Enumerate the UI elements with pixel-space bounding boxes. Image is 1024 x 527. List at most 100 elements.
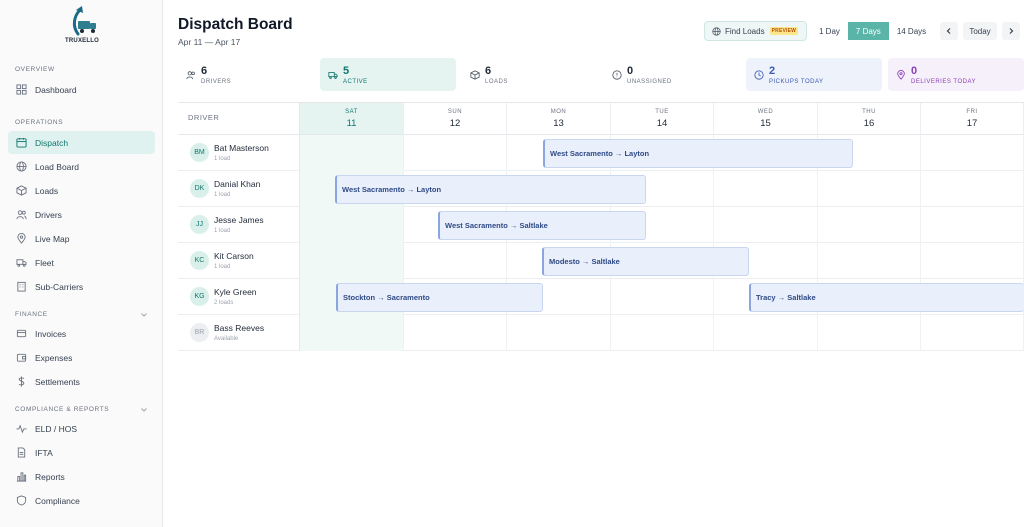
stat-pickups-today: 2 PICKUPS TODAY	[746, 58, 882, 91]
nav-section-finance[interactable]: FINANCE	[15, 311, 148, 318]
day-cell[interactable]	[404, 243, 507, 279]
day-of-week: FRI	[966, 109, 978, 115]
day-cell[interactable]	[921, 171, 1024, 207]
sidebar-item-live-map[interactable]: Live Map	[8, 227, 155, 250]
range-7-days-button[interactable]: 7 Days	[847, 22, 889, 40]
stat-drivers: 6 DRIVERS	[178, 58, 312, 91]
sidebar-item-invoices[interactable]: Invoices	[8, 322, 155, 345]
chevron-right-icon	[1009, 28, 1014, 34]
previous-week-button[interactable]	[940, 22, 958, 40]
sidebar-item-label: IFTA	[35, 447, 53, 458]
day-header[interactable]: FRI 17	[921, 103, 1024, 135]
day-cell[interactable]	[404, 135, 507, 171]
brand-logo[interactable]: TRUXELLO	[56, 4, 108, 46]
day-cell[interactable]	[611, 279, 714, 315]
today-button[interactable]: Today	[963, 22, 997, 40]
range-14-days-button[interactable]: 14 Days	[888, 22, 935, 40]
sidebar-item-load-board[interactable]: Load Board	[8, 155, 155, 178]
sidebar-item-dashboard[interactable]: Dashboard	[8, 78, 155, 101]
avatar: BM	[190, 143, 209, 162]
day-cell[interactable]	[404, 315, 507, 351]
sidebar-item-ifta[interactable]: IFTA	[8, 441, 155, 464]
day-cell[interactable]	[611, 315, 714, 351]
day-cell[interactable]	[714, 171, 818, 207]
day-cell[interactable]	[300, 135, 404, 171]
day-cell[interactable]	[507, 315, 611, 351]
sidebar-item-label: ELD / HOS	[35, 423, 78, 434]
load-bar[interactable]: Stockton → Sacramento	[336, 283, 543, 312]
driver-row: KG Kyle Green 2 loads Stockton → Sacrame…	[178, 279, 1024, 315]
day-cell[interactable]	[921, 243, 1024, 279]
day-cell[interactable]	[714, 207, 818, 243]
day-header[interactable]: WED 15	[714, 103, 818, 135]
chevron-down-icon	[141, 313, 147, 317]
day-cell[interactable]	[921, 315, 1024, 351]
sidebar-item-dispatch[interactable]: Dispatch	[8, 131, 155, 154]
day-cell[interactable]	[300, 315, 404, 351]
sidebar-item-reports[interactable]: Reports	[8, 465, 155, 488]
day-of-week: TUE	[655, 109, 669, 115]
sidebar-item-settlements[interactable]: Settlements	[8, 370, 155, 393]
sidebar-item-label: Loads	[35, 185, 59, 196]
range-1-day-button[interactable]: 1 Day	[811, 22, 848, 40]
day-header[interactable]: THU 16	[818, 103, 921, 135]
map-pin-icon	[17, 233, 26, 244]
day-number: 17	[966, 118, 978, 129]
day-header[interactable]: SUN 12	[404, 103, 507, 135]
sidebar-item-compliance[interactable]: Compliance	[8, 489, 155, 512]
stat-label: UNASSIGNED	[627, 79, 672, 85]
day-number: 12	[449, 118, 461, 129]
sidebar: TRUXELLO OVERVIEW Dashboard OPERATIONS D…	[0, 0, 163, 527]
day-cell[interactable]	[921, 135, 1024, 171]
stat-value: 2	[769, 65, 776, 77]
day-cell[interactable]	[818, 171, 921, 207]
load-bar[interactable]: Modesto → Saltlake	[542, 247, 749, 276]
day-cell[interactable]	[714, 315, 818, 351]
find-loads-button[interactable]: Find Loads PREVIEW	[704, 21, 807, 41]
day-cell[interactable]	[818, 243, 921, 279]
load-bar[interactable]: West Sacramento → Saltlake	[438, 211, 646, 240]
driver-cell[interactable]: DK Danial Khan 1 load	[178, 171, 300, 207]
load-bar[interactable]: West Sacramento → Layton	[543, 139, 853, 168]
driver-name: Jesse James	[214, 215, 264, 225]
stat-loads: 6 LOADS	[462, 58, 598, 91]
sidebar-item-fleet[interactable]: Fleet	[8, 251, 155, 274]
day-cell[interactable]	[300, 207, 404, 243]
day-number: 13	[553, 118, 564, 129]
driver-cell[interactable]: KG Kyle Green 2 loads	[178, 279, 300, 315]
stat-label: PICKUPS TODAY	[769, 79, 824, 85]
driver-cell[interactable]: KC Kit Carson 1 load	[178, 243, 300, 279]
driver-cell[interactable]: BR Bass Reeves Available	[178, 315, 300, 351]
sidebar-item-label: Fleet	[35, 257, 54, 268]
day-header[interactable]: SAT 11	[300, 103, 404, 135]
sidebar-item-loads[interactable]: Loads	[8, 179, 155, 202]
avatar: KC	[190, 251, 209, 270]
sidebar-item-expenses[interactable]: Expenses	[8, 346, 155, 369]
day-of-week: SAT	[345, 109, 358, 115]
sidebar-item-eld-hos[interactable]: ELD / HOS	[8, 417, 155, 440]
driver-cell[interactable]: JJ Jesse James 1 load	[178, 207, 300, 243]
globe-icon	[16, 161, 27, 172]
driver-cell[interactable]: BM Bat Masterson 1 load	[178, 135, 300, 171]
day-cell[interactable]	[818, 315, 921, 351]
day-cell[interactable]	[818, 207, 921, 243]
driver-column-header: DRIVER	[178, 103, 300, 135]
sidebar-item-label: Live Map	[35, 233, 70, 244]
stat-value: 6	[201, 65, 208, 77]
driver-name: Danial Khan	[214, 179, 261, 189]
sidebar-item-sub-carriers[interactable]: Sub-Carriers	[8, 275, 155, 298]
driver-name: Bass Reeves	[214, 323, 265, 333]
sidebar-item-label: Sub-Carriers	[35, 281, 84, 292]
load-bar[interactable]: Tracy → Saltlake	[749, 283, 1024, 312]
stat-label: DRIVERS	[201, 79, 232, 85]
nav-section-compliance[interactable]: COMPLIANCE & REPORTS	[15, 406, 148, 413]
day-cell[interactable]	[921, 207, 1024, 243]
day-header[interactable]: MON 13	[507, 103, 611, 135]
sidebar-item-drivers[interactable]: Drivers	[8, 203, 155, 226]
stat-deliveries-today: 0 DELIVERIES TODAY	[888, 58, 1024, 91]
day-cell[interactable]	[300, 243, 404, 279]
day-header[interactable]: TUE 14	[611, 103, 714, 135]
next-week-button[interactable]	[1002, 22, 1020, 40]
avatar: KG	[190, 287, 209, 306]
load-bar[interactable]: West Sacramento → Layton	[335, 175, 646, 204]
